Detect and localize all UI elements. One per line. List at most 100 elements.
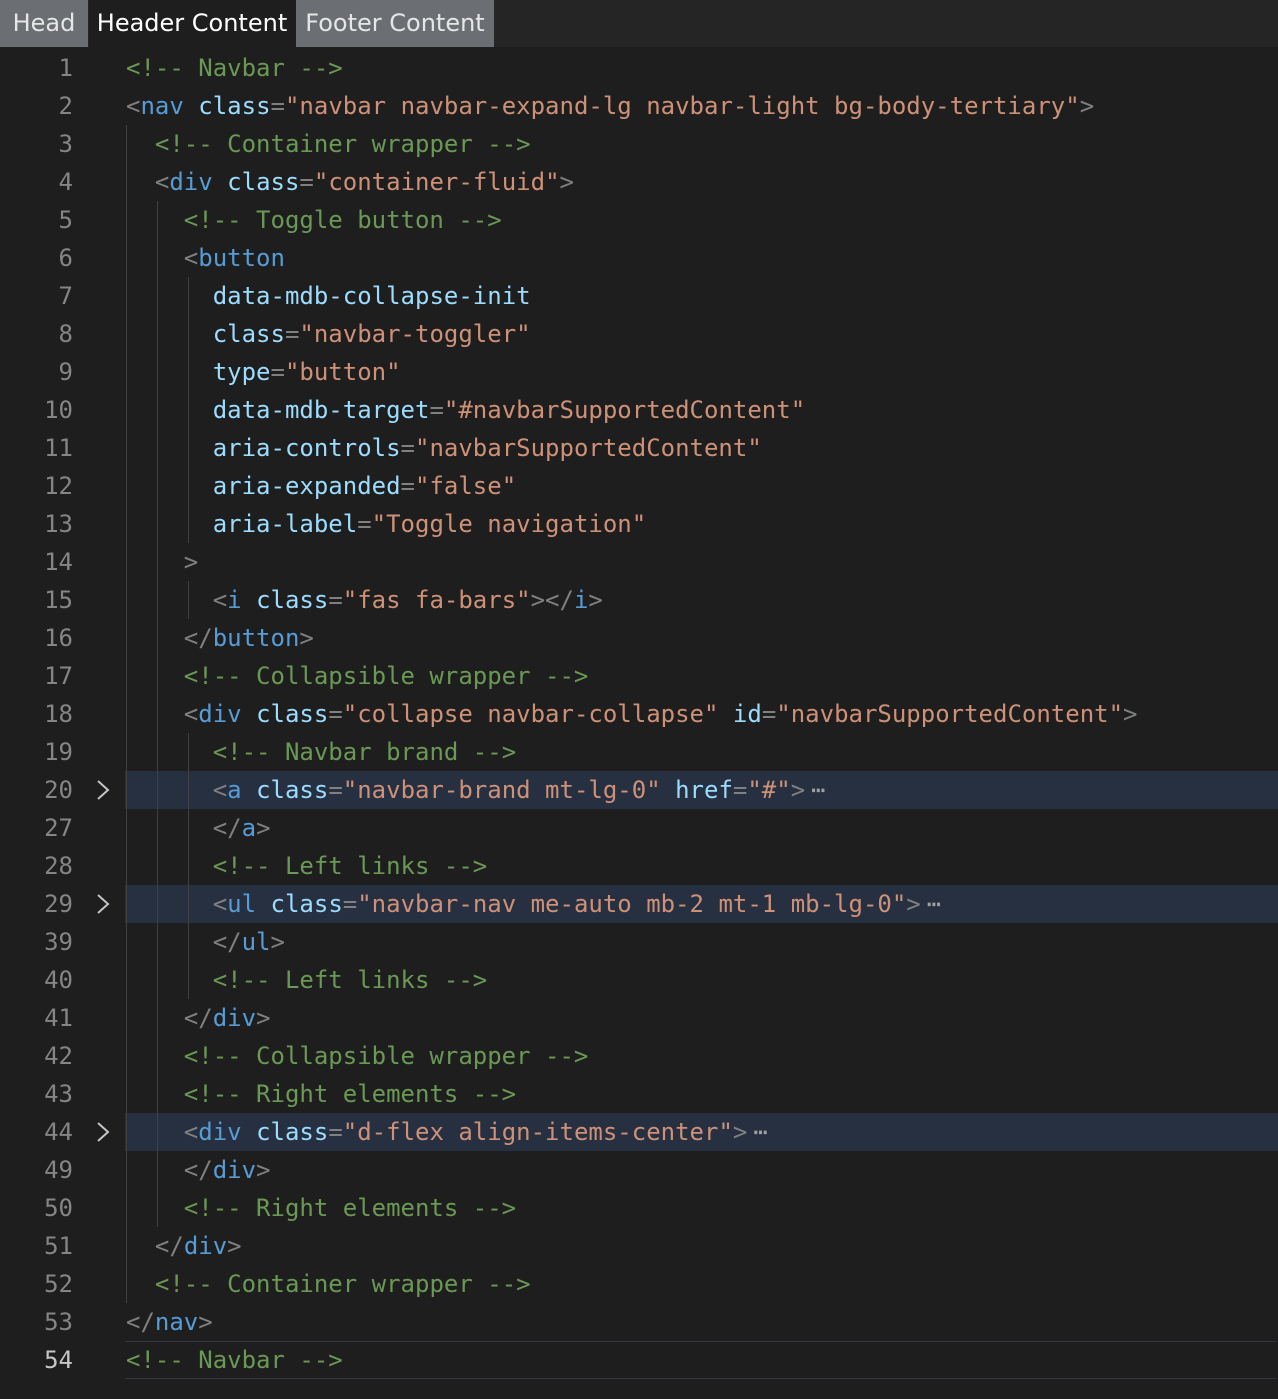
code-text: <!-- Left links -->	[126, 847, 488, 885]
code-token: <!-- Navbar -->	[126, 54, 343, 82]
code-line[interactable]: 7 data-mdb-collapse-init	[0, 277, 1278, 315]
chevron-right-icon[interactable]	[93, 779, 113, 801]
code-line[interactable]: 51 </div>	[0, 1227, 1278, 1265]
code-token: button	[212, 624, 300, 652]
code-line[interactable]: 52 <!-- Container wrapper -->	[0, 1265, 1278, 1303]
code-text: <!-- Right elements -->	[126, 1075, 516, 1113]
code-token: >	[227, 1232, 242, 1260]
code-line[interactable]: 13 aria-label="Toggle navigation"	[0, 505, 1278, 543]
code-text: <nav class="navbar navbar-expand-lg navb…	[126, 87, 1094, 125]
code-token: <	[212, 776, 228, 804]
code-line[interactable]: 50 <!-- Right elements -->	[0, 1189, 1278, 1227]
code-line[interactable]: 18 <div class="collapse navbar-collapse"…	[0, 695, 1278, 733]
line-number: 9	[58, 358, 73, 386]
code-token: <	[126, 92, 141, 120]
code-line[interactable]: 41 </div>	[0, 999, 1278, 1037]
tab-header-content[interactable]: Header Content	[89, 0, 295, 47]
code-token: </	[183, 1004, 213, 1032]
code-line[interactable]: 14 >	[0, 543, 1278, 581]
code-line[interactable]: 20 <a class="navbar-brand mt-lg-0" href=…	[0, 771, 1278, 809]
code-token: class	[256, 586, 329, 614]
code-line[interactable]: 19 <!-- Navbar brand -->	[0, 733, 1278, 771]
code-token: >	[183, 548, 199, 576]
code-token: "fas fa-bars"	[342, 586, 531, 614]
code-line[interactable]: 53 </nav>	[0, 1303, 1278, 1341]
code-token: "navbar-toggler"	[299, 320, 531, 348]
code-line[interactable]: 42 <!-- Collapsible wrapper -->	[0, 1037, 1278, 1075]
code-line[interactable]: 44 <div class="d-flex align-items-center…	[0, 1113, 1278, 1151]
code-text: </button>	[126, 619, 314, 657]
line-number: 29	[44, 890, 73, 918]
code-line[interactable]: 16 </button>	[0, 619, 1278, 657]
code-token: "false"	[415, 472, 517, 500]
code-line[interactable]: 11 aria-controls="navbarSupportedContent…	[0, 429, 1278, 467]
tab-head[interactable]: Head	[0, 0, 88, 47]
code-token[interactable]: ⋯	[811, 776, 825, 804]
tab-footer-content[interactable]: Footer Content	[296, 0, 494, 47]
line-number: 4	[58, 168, 73, 196]
line-number: 6	[58, 244, 73, 272]
code-line[interactable]: 49 </div>	[0, 1151, 1278, 1189]
line-number: 43	[44, 1080, 73, 1108]
code-token: <!-- Left links -->	[212, 966, 488, 994]
code-token: <!-- Navbar brand -->	[212, 738, 517, 766]
code-token: =	[732, 776, 748, 804]
code-text: </div>	[126, 1151, 271, 1189]
code-line[interactable]: 5 <!-- Toggle button -->	[0, 201, 1278, 239]
code-line[interactable]: 12 aria-expanded="false"	[0, 467, 1278, 505]
code-text: data-mdb-target="#navbarSupportedContent…	[126, 391, 805, 429]
code-token: class	[227, 168, 300, 196]
code-token: "navbar navbar-expand-lg navbar-light bg…	[284, 92, 1080, 120]
code-token: class	[256, 700, 329, 728]
code-token: class	[198, 92, 271, 120]
code-line[interactable]: 15 <i class="fas fa-bars"></i>	[0, 581, 1278, 619]
editor-tab-bar: Head Header Content Footer Content	[0, 0, 1278, 47]
code-line[interactable]: 39 </ul>	[0, 923, 1278, 961]
code-line[interactable]: 1 <!-- Navbar -->	[0, 49, 1278, 87]
code-editor[interactable]: 1 <!-- Navbar --> 2 <nav class="navbar navb…	[0, 48, 1278, 1399]
code-token: >	[299, 624, 314, 652]
code-line[interactable]: 27 </a>	[0, 809, 1278, 847]
code-text: <!-- Left links -->	[126, 961, 488, 999]
line-number: 19	[44, 738, 73, 766]
code-line[interactable]: 43 <!-- Right elements -->	[0, 1075, 1278, 1113]
indent-guide	[187, 277, 189, 543]
code-line[interactable]: 54 <!-- Navbar -->	[0, 1341, 1278, 1379]
code-token: <!-- Collapsible wrapper -->	[183, 1042, 589, 1070]
chevron-right-icon[interactable]	[93, 893, 113, 915]
code-token[interactable]: ⋯	[753, 1118, 767, 1146]
code-token: <!-- Toggle button -->	[183, 206, 502, 234]
line-number: 12	[44, 472, 73, 500]
code-token[interactable]: ⋯	[927, 890, 941, 918]
code-token: </	[212, 814, 242, 842]
code-token: "#"	[747, 776, 791, 804]
code-text: </div>	[126, 999, 271, 1037]
code-line[interactable]: 17 <!-- Collapsible wrapper -->	[0, 657, 1278, 695]
code-line[interactable]: 2 <nav class="navbar navbar-expand-lg nav…	[0, 87, 1278, 125]
code-line[interactable]: 9 type="button"	[0, 353, 1278, 391]
code-line[interactable]: 28 <!-- Left links -->	[0, 847, 1278, 885]
code-token: div	[212, 1004, 257, 1032]
code-line[interactable]: 4 <div class="container-fluid">	[0, 163, 1278, 201]
code-token: =	[328, 776, 343, 804]
code-line[interactable]: 10 data-mdb-target="#navbarSupportedCont…	[0, 391, 1278, 429]
code-token: "navbarSupportedContent"	[776, 700, 1124, 728]
code-line[interactable]: 8 class="navbar-toggler"	[0, 315, 1278, 353]
code-line[interactable]: 29 <ul class="navbar-nav me-auto mb-2 mt…	[0, 885, 1278, 923]
chevron-right-icon[interactable]	[93, 1121, 113, 1143]
line-number: 2	[58, 92, 73, 120]
code-line[interactable]: 6 <button	[0, 239, 1278, 277]
code-line[interactable]: 3 <!-- Container wrapper -->	[0, 125, 1278, 163]
code-line[interactable]: 40 <!-- Left links -->	[0, 961, 1278, 999]
code-token: aria-label	[212, 510, 358, 538]
code-token: >	[1079, 92, 1095, 120]
code-token: >	[1123, 700, 1138, 728]
indent-guide	[187, 733, 189, 999]
code-token: >	[256, 814, 271, 842]
code-text: <!-- Toggle button -->	[126, 201, 502, 239]
